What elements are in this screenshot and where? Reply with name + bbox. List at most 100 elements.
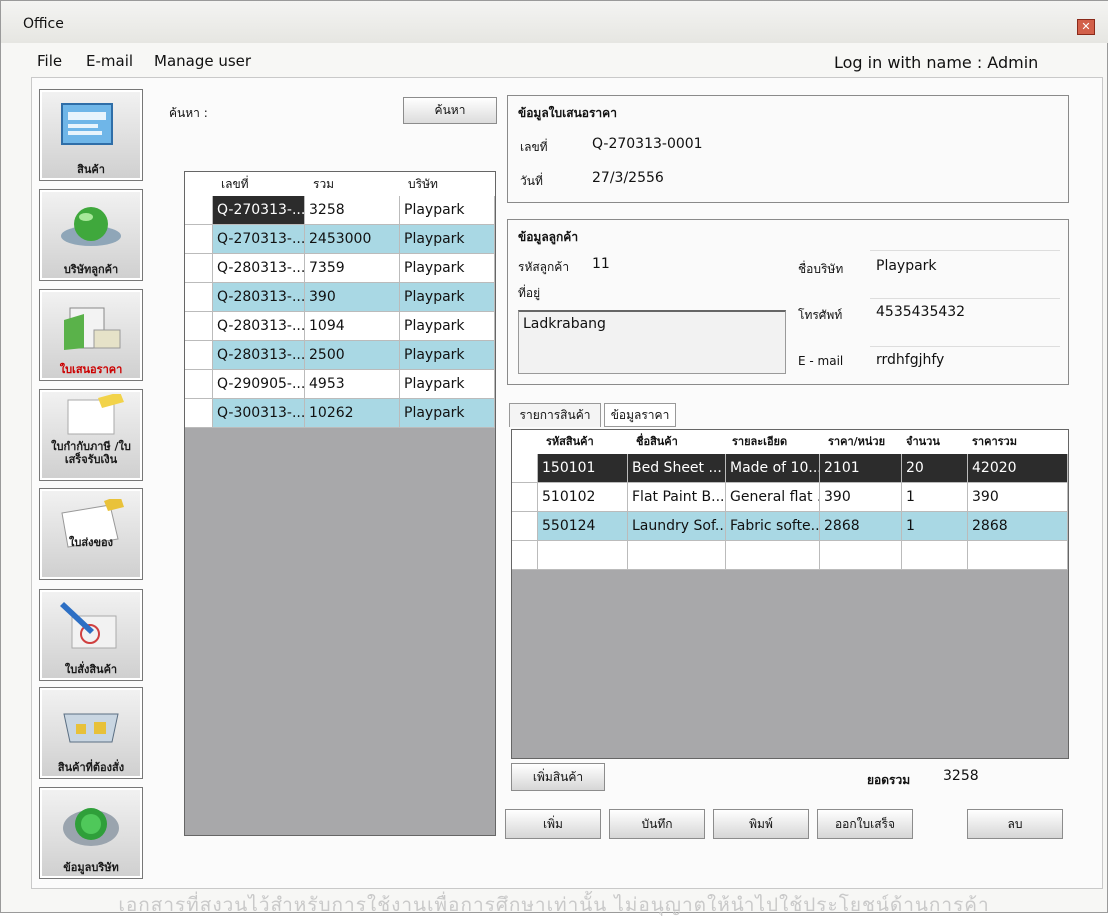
table-cell[interactable]: 510102 [538, 483, 628, 512]
menu-manage-user[interactable]: Manage user [154, 52, 251, 70]
table-cell[interactable]: 2101 [820, 454, 902, 483]
table-cell[interactable]: Q-280313-... [213, 283, 305, 312]
table-cell[interactable]: 10262 [305, 399, 400, 428]
row-header[interactable] [185, 370, 213, 399]
total-value: 3258 [943, 768, 979, 784]
table-cell[interactable] [968, 541, 1068, 570]
table-cell[interactable]: Q-270313-... [213, 225, 305, 254]
sidebar-item-customers[interactable]: บริษัทลูกค้า [39, 189, 143, 281]
table-cell[interactable]: Playpark [400, 225, 495, 254]
menu-file[interactable]: File [37, 52, 62, 70]
row-header[interactable] [512, 541, 538, 570]
column-header-number[interactable]: เลขที่ [221, 172, 301, 196]
table-cell[interactable]: 7359 [305, 254, 400, 283]
table-cell[interactable]: 550124 [538, 512, 628, 541]
table-cell[interactable]: 1094 [305, 312, 400, 341]
table-cell[interactable]: Playpark [400, 254, 495, 283]
search-button[interactable]: ค้นหา [403, 97, 497, 124]
table-cell[interactable]: 4953 [305, 370, 400, 399]
sidebar-label: บริษัทลูกค้า [63, 263, 119, 276]
table-cell[interactable]: 1 [902, 512, 968, 541]
column-header-total[interactable]: รวม [313, 172, 383, 196]
table-cell[interactable] [902, 541, 968, 570]
row-header[interactable] [185, 341, 213, 370]
row-header[interactable] [512, 454, 538, 483]
row-header[interactable] [185, 196, 213, 225]
row-header[interactable] [185, 399, 213, 428]
table-cell[interactable]: Q-280313-... [213, 312, 305, 341]
column-header-quantity[interactable]: จำนวน [906, 430, 956, 454]
table-cell[interactable] [820, 541, 902, 570]
table-cell[interactable]: 390 [968, 483, 1068, 512]
sidebar-item-products[interactable]: สินค้า [39, 89, 143, 181]
row-header[interactable] [185, 225, 213, 254]
tab-item-list[interactable]: รายการสินค้า [509, 403, 601, 427]
table-cell[interactable]: 2868 [968, 512, 1068, 541]
delete-button[interactable]: ลบ [967, 809, 1063, 839]
table-cell[interactable]: Playpark [400, 399, 495, 428]
print-button[interactable]: พิมพ์ [713, 809, 809, 839]
table-cell[interactable]: Playpark [400, 312, 495, 341]
table-cell[interactable]: Fabric softe... [726, 512, 820, 541]
table-cell[interactable]: 390 [305, 283, 400, 312]
table-cell[interactable]: 2868 [820, 512, 902, 541]
column-header-company[interactable]: บริษัท [408, 172, 488, 196]
table-cell[interactable]: Playpark [400, 283, 495, 312]
item-list-grid: รหัสสินค้า ชื่อสินค้า รายละเอียด ราคา/หน… [511, 429, 1069, 759]
table-cell[interactable]: 20 [902, 454, 968, 483]
tab-price-info[interactable]: ข้อมูลราคา [604, 403, 676, 427]
table-cell[interactable]: 3258 [305, 196, 400, 225]
sidebar-item-purchase-order[interactable]: ใบสั่งสินค้า [39, 589, 143, 681]
sidebar-item-delivery[interactable]: ใบส่งของ [39, 488, 143, 580]
table-cell[interactable]: Q-300313-... [213, 399, 305, 428]
table-cell[interactable]: Q-290905-... [213, 370, 305, 399]
sidebar-label: ใบเสนอราคา [59, 363, 123, 376]
close-icon[interactable]: ✕ [1077, 19, 1095, 35]
menu-email[interactable]: E-mail [86, 52, 133, 70]
table-cell[interactable]: Q-280313-... [213, 341, 305, 370]
table-cell[interactable]: 390 [820, 483, 902, 512]
table-cell[interactable]: Laundry Sof... [628, 512, 726, 541]
row-header[interactable] [185, 254, 213, 283]
sidebar-item-quotation[interactable]: ใบเสนอราคา [39, 289, 143, 381]
table-cell[interactable]: Playpark [400, 341, 495, 370]
login-status: Log in with name : Admin [834, 53, 1039, 72]
address-field[interactable]: Ladkrabang [518, 310, 786, 374]
column-header-item-name[interactable]: ชื่อสินค้า [636, 430, 716, 454]
add-item-button[interactable]: เพิ่มสินค้า [511, 763, 605, 791]
table-cell[interactable]: Q-280313-... [213, 254, 305, 283]
table-cell[interactable]: Playpark [400, 196, 495, 225]
issue-receipt-button[interactable]: ออกใบเสร็จ [817, 809, 913, 839]
quotation-number-label: เลขที่ [520, 140, 548, 154]
add-button[interactable]: เพิ่ม [505, 809, 601, 839]
row-header[interactable] [512, 512, 538, 541]
column-header-item-code[interactable]: รหัสสินค้า [546, 430, 626, 454]
column-header-unit-price[interactable]: ราคา/หน่วย [828, 430, 902, 454]
table-cell[interactable]: General flat ... [726, 483, 820, 512]
table-cell[interactable]: Flat Paint B... [628, 483, 726, 512]
table-cell[interactable]: 2500 [305, 341, 400, 370]
sidebar-item-company-info[interactable]: ข้อมูลบริษัท [39, 787, 143, 879]
table-cell[interactable] [628, 541, 726, 570]
table-cell[interactable]: 2453000 [305, 225, 400, 254]
table-cell[interactable] [726, 541, 820, 570]
row-header[interactable] [512, 483, 538, 512]
row-header[interactable] [185, 312, 213, 341]
table-cell[interactable]: 42020 [968, 454, 1068, 483]
customer-info-group: ข้อมูลลูกค้า รหัสลูกค้า 11 ที่อยู่ Ladkr… [507, 219, 1069, 385]
table-cell[interactable]: 150101 [538, 454, 628, 483]
row-header[interactable] [185, 283, 213, 312]
divider [870, 250, 1060, 251]
table-cell[interactable]: Bed Sheet ... [628, 454, 726, 483]
sidebar-label: สินค้าที่ต้องสั่ง [57, 761, 125, 774]
table-cell[interactable]: Playpark [400, 370, 495, 399]
table-cell[interactable]: Made of 10... [726, 454, 820, 483]
table-cell[interactable]: Q-270313-... [213, 196, 305, 225]
table-cell[interactable] [538, 541, 628, 570]
sidebar-item-items-to-order[interactable]: สินค้าที่ต้องสั่ง [39, 687, 143, 779]
sidebar-item-tax-invoice[interactable]: ใบกำกับภาษี /ใบเสร็จรับเงิน [39, 389, 143, 481]
column-header-description[interactable]: รายละเอียด [732, 430, 822, 454]
save-button[interactable]: บันทึก [609, 809, 705, 839]
table-cell[interactable]: 1 [902, 483, 968, 512]
column-header-line-total[interactable]: ราคารวม [972, 430, 1052, 454]
